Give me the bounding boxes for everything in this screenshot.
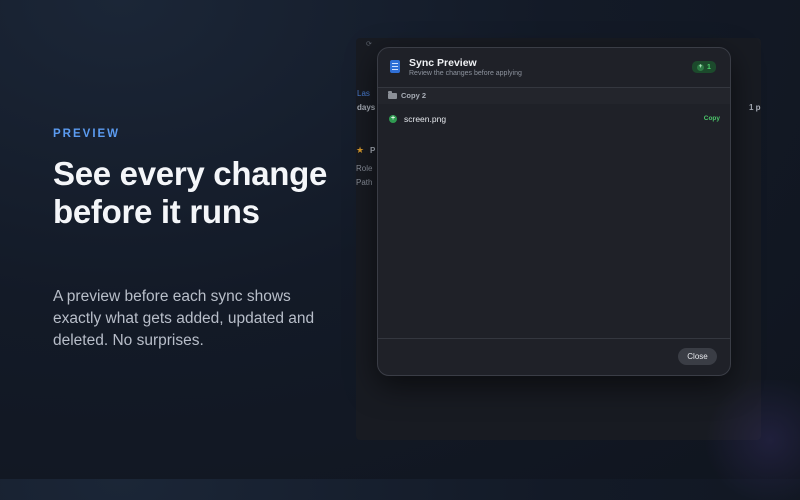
dialog-header: Sync Preview Review the changes before a… (378, 48, 730, 87)
background-link: Las (357, 89, 370, 98)
sync-preview-dialog: Sync Preview Review the changes before a… (377, 47, 731, 376)
document-icon (390, 60, 400, 73)
file-name: screen.png (404, 114, 447, 124)
body-copy: A preview before each sync shows exactly… (53, 288, 315, 349)
folder-icon (388, 91, 397, 99)
folder-group-header: Copy 2 (378, 88, 730, 104)
close-button[interactable]: Close (678, 348, 717, 365)
section-eyebrow: PREVIEW (53, 128, 121, 140)
changes-count-badge: + 1 (692, 61, 716, 73)
add-icon: + (389, 115, 397, 123)
dialog-subtitle: Review the changes before applying (409, 70, 522, 77)
background-path-label: Path (356, 178, 373, 187)
footer-divider (378, 338, 730, 339)
background-right-label: 1 p (749, 103, 761, 112)
background-section-label: P (370, 146, 376, 155)
dialog-title: Sync Preview (409, 57, 477, 69)
file-action-label: Copy (703, 115, 720, 122)
background-days-label: days (357, 103, 376, 112)
corner-glow (700, 380, 800, 500)
plus-icon: + (697, 63, 704, 71)
background-toolbar: ⟳ (366, 41, 372, 48)
changes-count: 1 (707, 63, 711, 71)
file-change-row: + screen.png Copy (378, 112, 730, 126)
star-icon: ★ (356, 145, 365, 155)
folder-name: Copy 2 (401, 91, 427, 100)
headline: See every change before it runs (53, 155, 328, 230)
background-role-label: Role (356, 164, 373, 173)
